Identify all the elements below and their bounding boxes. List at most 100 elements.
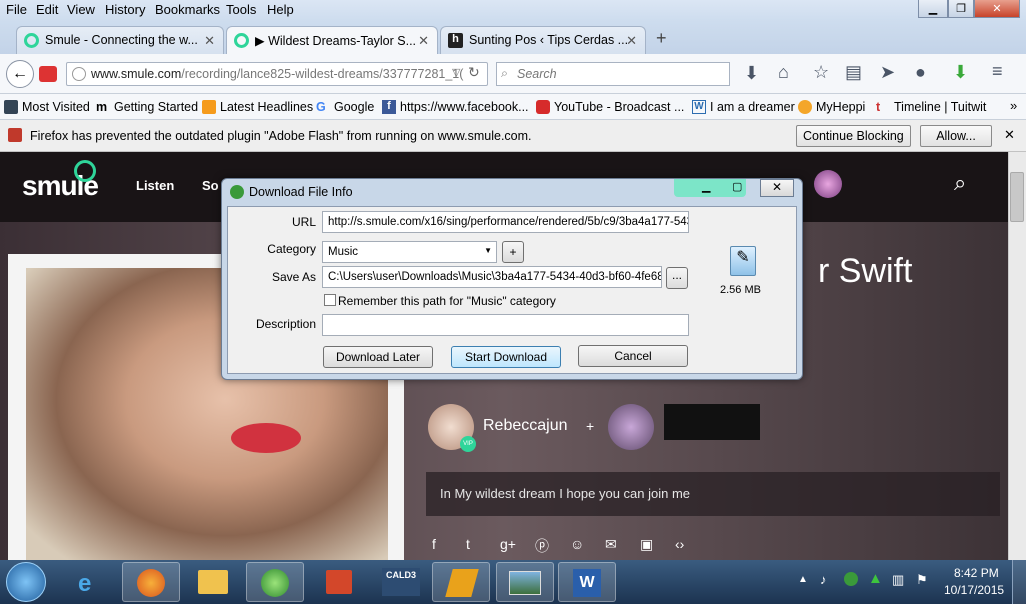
cancel-button[interactable]: Cancel: [578, 345, 688, 367]
facebook-share-icon[interactable]: f: [432, 536, 436, 552]
search-icon[interactable]: ⌕: [954, 170, 966, 196]
back-button[interactable]: ←: [6, 60, 34, 88]
volume-icon[interactable]: ♪: [820, 572, 827, 587]
camera-icon[interactable]: [39, 66, 57, 82]
bookmarks-overflow-button[interactable]: »: [1010, 98, 1017, 113]
menu-tools[interactable]: Tools: [226, 2, 256, 17]
reload-icon[interactable]: ↻: [468, 64, 480, 81]
idm-tray-icon[interactable]: [844, 572, 858, 586]
smule-icon: [234, 33, 249, 48]
clock-date[interactable]: 10/17/2015: [944, 583, 1004, 597]
idm-download-icon[interactable]: ⬇: [953, 62, 968, 83]
dialog-maximize-icon[interactable]: ▢: [732, 180, 742, 193]
dialog-close-button[interactable]: ✕: [760, 179, 794, 197]
download-icon[interactable]: ⬇: [744, 63, 759, 84]
chat-icon[interactable]: ●: [915, 62, 926, 83]
menu-view[interactable]: View: [67, 2, 95, 17]
home-icon[interactable]: ⌂: [778, 62, 789, 83]
embed-icon[interactable]: ‹›: [675, 536, 684, 552]
taskbar-dictionary[interactable]: [310, 562, 368, 602]
action-center-icon[interactable]: ⚑: [916, 572, 928, 588]
scrollbar-thumb[interactable]: [1010, 172, 1024, 222]
continue-blocking-button[interactable]: Continue Blocking: [796, 125, 911, 147]
bookmark-timeline-tuitwit[interactable]: t Timeline | Tuitwit: [876, 100, 986, 114]
menu-history[interactable]: History: [105, 2, 145, 17]
close-bar-icon[interactable]: ✕: [1004, 127, 1015, 143]
email-share-icon[interactable]: ✉: [605, 536, 617, 553]
taskbar-firefox[interactable]: [122, 562, 180, 602]
pinterest-share-icon[interactable]: ⓟ: [535, 536, 549, 556]
tab-wildest-dreams[interactable]: ▶ Wildest Dreams-Taylor S... ✕: [226, 26, 438, 54]
category-label: Category: [267, 242, 316, 256]
bookmark-latest-headlines[interactable]: Latest Headlines: [202, 100, 313, 114]
close-tab-icon[interactable]: ✕: [626, 33, 637, 49]
search-input[interactable]: ⌕ Search: [496, 62, 730, 86]
download-later-button[interactable]: Download Later: [323, 346, 433, 368]
network-icon[interactable]: ▥: [892, 572, 904, 588]
tuitwit-icon: t: [876, 100, 881, 114]
taskbar-word[interactable]: W: [558, 562, 616, 602]
allow-plugin-button[interactable]: Allow...: [920, 125, 992, 147]
category-select[interactable]: Music ▼: [322, 241, 497, 263]
remember-path-checkbox[interactable]: [324, 294, 336, 306]
bookmark-myheppi[interactable]: MyHeppi: [798, 100, 865, 114]
menu-bookmarks[interactable]: Bookmarks: [155, 2, 220, 17]
clock-time[interactable]: 8:42 PM: [954, 566, 999, 580]
start-button[interactable]: [6, 562, 46, 602]
show-desktop-button[interactable]: [1012, 560, 1026, 604]
maximize-button[interactable]: ❐: [948, 0, 974, 18]
taskbar-winamp[interactable]: [432, 562, 490, 602]
url-bar[interactable]: www.smule.com/recording/lance825-wildest…: [66, 62, 488, 86]
dropdown-icon[interactable]: ▽: [452, 66, 460, 79]
reddit-share-icon[interactable]: ☺: [570, 536, 584, 552]
hamburger-menu-icon[interactable]: ≡: [992, 61, 1003, 82]
taskbar-explorer[interactable]: [184, 562, 242, 602]
tab-label: ▶ Wildest Dreams-Taylor S...: [255, 34, 417, 48]
nav-listen[interactable]: Listen: [136, 178, 174, 193]
show-hidden-icons[interactable]: ▲: [798, 574, 808, 585]
nav-sing[interactable]: So: [202, 178, 219, 193]
bookmarks-list-icon[interactable]: ▤: [845, 62, 862, 83]
taskbar-photos[interactable]: [496, 562, 554, 602]
taskbar-idm[interactable]: [246, 562, 304, 602]
taskbar-ie[interactable]: e: [62, 562, 120, 602]
gift-icon[interactable]: ▣: [640, 536, 653, 553]
plugin-message: Firefox has prevented the outdated plugi…: [30, 129, 532, 143]
tray-triangle-icon[interactable]: ▲: [868, 570, 883, 587]
dialog-minimize-icon[interactable]: ▁: [702, 180, 710, 193]
url-field[interactable]: http://s.smule.com/x16/sing/performance/…: [322, 211, 689, 233]
minimize-button[interactable]: ▁: [918, 0, 948, 18]
bookmark-most-visited[interactable]: Most Visited: [4, 100, 90, 114]
bookmark-youtube[interactable]: YouTube - Broadcast ...: [536, 100, 684, 114]
bookmark-google[interactable]: G Google: [316, 100, 374, 114]
description-field[interactable]: [322, 314, 689, 336]
close-tab-icon[interactable]: ✕: [418, 33, 429, 49]
menu-edit[interactable]: Edit: [36, 2, 58, 17]
google-icon: G: [316, 100, 326, 114]
menu-file[interactable]: File: [6, 2, 27, 17]
menu-help[interactable]: Help: [267, 2, 294, 17]
close-tab-icon[interactable]: ✕: [204, 33, 215, 49]
bookmark-i-am-a-dreamer[interactable]: W I am a dreamer: [692, 100, 795, 114]
m-icon: m: [96, 100, 108, 114]
bookmark-facebook[interactable]: f https://www.facebook...: [382, 100, 529, 114]
twitter-share-icon[interactable]: t: [466, 536, 470, 552]
tab-smule-home[interactable]: Smule - Connecting the w... ✕: [16, 26, 224, 54]
bookmark-getting-started[interactable]: m Getting Started: [96, 100, 198, 114]
menu-bar: File Edit View History Bookmarks Tools H…: [0, 0, 1026, 22]
add-category-button[interactable]: +: [502, 241, 524, 263]
singer-name[interactable]: Rebeccajun: [483, 417, 568, 435]
save-as-path-field[interactable]: C:\Users\user\Downloads\Music\3ba4a177-5…: [322, 266, 662, 288]
user-avatar[interactable]: [814, 170, 842, 198]
chevron-down-icon: ▼: [484, 246, 492, 255]
start-download-button[interactable]: Start Download: [451, 346, 561, 368]
taskbar-cald3[interactable]: CALD3: [372, 562, 430, 602]
share-icon[interactable]: ➤: [880, 62, 895, 83]
tab-sunting-pos[interactable]: h Sunting Pos ‹ Tips Cerdas ... ✕: [440, 26, 646, 54]
bookmark-star-icon[interactable]: ☆: [813, 62, 829, 83]
google-plus-share-icon[interactable]: g+: [500, 536, 516, 552]
new-tab-button[interactable]: +: [656, 28, 667, 49]
close-window-button[interactable]: ✕: [974, 0, 1020, 18]
partner-avatar[interactable]: [608, 404, 654, 450]
browse-button[interactable]: ...: [666, 267, 688, 289]
